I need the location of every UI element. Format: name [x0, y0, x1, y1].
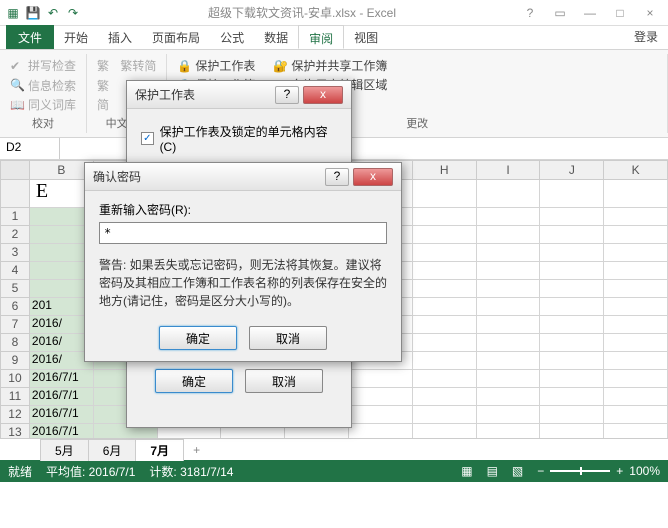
- zoom-out-icon[interactable]: −: [537, 464, 544, 478]
- zoom-in-icon[interactable]: +: [616, 464, 623, 478]
- minimize-icon[interactable]: —: [578, 5, 602, 21]
- undo-icon[interactable]: ↶: [44, 4, 62, 22]
- view-break-icon[interactable]: ▧: [512, 464, 523, 478]
- help-icon[interactable]: ?: [518, 5, 542, 21]
- tab-layout[interactable]: 页面布局: [142, 25, 210, 49]
- row-header[interactable]: 2: [0, 226, 30, 244]
- row-header[interactable]: 10: [0, 370, 30, 388]
- thesaurus-icon: 📖: [10, 98, 24, 112]
- row-header[interactable]: 3: [0, 244, 30, 262]
- cmd-simp[interactable]: 繁 繁转简: [95, 56, 158, 75]
- row-header[interactable]: 4: [0, 262, 30, 280]
- ribbon-toggle-icon[interactable]: ▭: [548, 5, 572, 21]
- add-sheet-button[interactable]: +: [183, 441, 210, 459]
- col-header[interactable]: H: [413, 160, 477, 180]
- row-header[interactable]: 9: [0, 352, 30, 370]
- dialog-help-icon[interactable]: ?: [275, 86, 299, 104]
- cmd-spellcheck[interactable]: ✔拼写检查: [8, 56, 78, 75]
- row-header[interactable]: 1: [0, 208, 30, 226]
- research-icon: 🔍: [10, 78, 24, 92]
- tab-review[interactable]: 审阅: [298, 25, 344, 49]
- cmd-protect-sheet[interactable]: 🔒保护工作表: [175, 56, 257, 75]
- row-header[interactable]: 6: [0, 298, 30, 316]
- cmd-research[interactable]: 🔍信息检索: [8, 76, 78, 95]
- cell[interactable]: 2016/7/1: [30, 406, 94, 424]
- dialog-close-icon[interactable]: x: [303, 86, 343, 104]
- spellcheck-icon: ✔: [10, 59, 24, 73]
- cmd-thesaurus[interactable]: 📖同义词库: [8, 95, 78, 114]
- row-header[interactable]: [0, 180, 30, 208]
- excel-icon: ▦: [4, 4, 22, 22]
- warning-text: 警告: 如果丢失或忘记密码，则无法将其恢复。建议将密码及其相应工作簿和工作表名称…: [99, 256, 387, 310]
- group-label-proof: 校对: [8, 115, 78, 131]
- redo-icon[interactable]: ↷: [64, 4, 82, 22]
- maximize-icon[interactable]: □: [608, 5, 632, 21]
- view-layout-icon[interactable]: ▤: [487, 464, 498, 478]
- title-bar: ▦ 💾 ↶ ↷ 超级下载软文资讯-安卓.xlsx - Excel ? ▭ — □…: [0, 0, 668, 26]
- ribbon-tabs: 文件 开始 插入 页面布局 公式 数据 审阅 视图 登录: [0, 26, 668, 50]
- checkbox-label: 保护工作表及锁定的单元格内容(C): [160, 123, 337, 154]
- status-count: 计数: 3181/7/14: [149, 463, 233, 480]
- cmd-protect-share[interactable]: 🔐保护并共享工作簿: [271, 56, 389, 75]
- login-link[interactable]: 登录: [624, 24, 668, 49]
- window-title: 超级下载软文资讯-安卓.xlsx - Excel: [86, 4, 518, 21]
- lock-share-icon: 🔐: [273, 59, 287, 73]
- tab-file[interactable]: 文件: [6, 25, 54, 49]
- checkbox-protect-content[interactable]: ✓ 保护工作表及锁定的单元格内容(C): [141, 123, 337, 154]
- dialog-title: 保护工作表: [135, 86, 275, 103]
- sheet-tab[interactable]: 7月: [135, 439, 184, 461]
- password-input[interactable]: [99, 222, 387, 244]
- sheet-tabs: 5月 6月 7月 +: [0, 438, 668, 460]
- col-header[interactable]: J: [540, 160, 604, 180]
- status-bar: 就绪 平均值: 2016/7/1 计数: 3181/7/14 ▦ ▤ ▧ − +…: [0, 460, 668, 482]
- sheet-tab[interactable]: 5月: [40, 439, 89, 461]
- quick-access-toolbar: ▦ 💾 ↶ ↷: [0, 4, 86, 22]
- window-controls: ? ▭ — □ ×: [518, 5, 668, 21]
- cell[interactable]: 2016/7/1: [30, 424, 94, 438]
- ribbon-group-proof: ✔拼写检查 🔍信息检索 📖同义词库 校对: [0, 54, 87, 133]
- view-normal-icon[interactable]: ▦: [461, 464, 472, 478]
- row-header[interactable]: 11: [0, 388, 30, 406]
- dialog-close-icon[interactable]: x: [353, 168, 393, 186]
- dialog-title: 确认密码: [93, 168, 325, 185]
- lock-icon: 🔒: [177, 59, 191, 73]
- row-header[interactable]: 8: [0, 334, 30, 352]
- zoom-control[interactable]: − + 100%: [537, 464, 660, 478]
- status-avg: 平均值: 2016/7/1: [46, 463, 135, 480]
- reenter-label: 重新输入密码(R):: [99, 201, 387, 218]
- ok-button[interactable]: 确定: [159, 326, 237, 350]
- dialog-help-icon[interactable]: ?: [325, 168, 349, 186]
- status-ready: 就绪: [8, 463, 32, 480]
- dialog-titlebar[interactable]: 确认密码 ? x: [85, 163, 401, 191]
- sheet-tab[interactable]: 6月: [88, 439, 137, 461]
- tab-home[interactable]: 开始: [54, 25, 98, 49]
- dialog-titlebar[interactable]: 保护工作表 ? x: [127, 81, 351, 109]
- tab-insert[interactable]: 插入: [98, 25, 142, 49]
- col-header[interactable]: I: [477, 160, 541, 180]
- dialog-confirm-password: 确认密码 ? x 重新输入密码(R): 警告: 如果丢失或忘记密码，则无法将其恢…: [84, 162, 402, 362]
- zoom-slider[interactable]: [550, 470, 610, 472]
- row-header[interactable]: 5: [0, 280, 30, 298]
- col-header[interactable]: K: [604, 160, 668, 180]
- cell[interactable]: 2016/7/1: [30, 370, 94, 388]
- select-all-corner[interactable]: [0, 160, 30, 180]
- row-header[interactable]: 13: [0, 424, 30, 438]
- dialog-body: 重新输入密码(R): 警告: 如果丢失或忘记密码，则无法将其恢复。建议将密码及其…: [85, 191, 401, 368]
- close-icon[interactable]: ×: [638, 5, 662, 21]
- save-icon[interactable]: 💾: [24, 4, 42, 22]
- cancel-button[interactable]: 取消: [249, 326, 327, 350]
- row-header[interactable]: 12: [0, 406, 30, 424]
- checkbox-icon: ✓: [141, 132, 154, 145]
- zoom-level[interactable]: 100%: [629, 464, 660, 478]
- tab-view[interactable]: 视图: [344, 25, 388, 49]
- row-header[interactable]: 7: [0, 316, 30, 334]
- tab-formula[interactable]: 公式: [210, 25, 254, 49]
- name-box[interactable]: D2: [0, 138, 60, 159]
- ok-button[interactable]: 确定: [155, 369, 233, 393]
- cancel-button[interactable]: 取消: [245, 369, 323, 393]
- tab-data[interactable]: 数据: [254, 25, 298, 49]
- cell[interactable]: 2016/7/1: [30, 388, 94, 406]
